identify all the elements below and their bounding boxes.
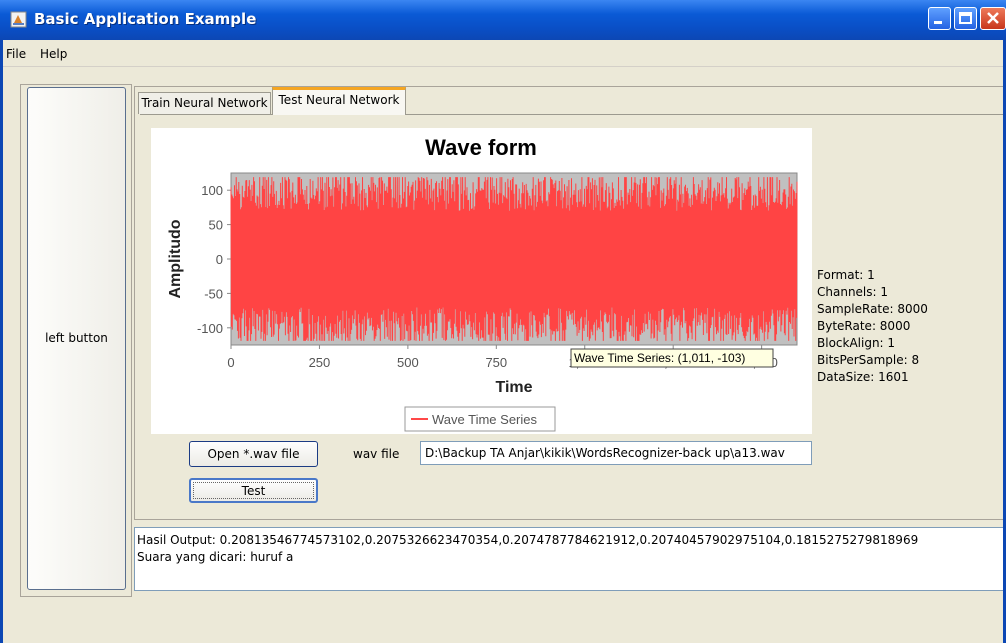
wav-file-path-field[interactable]: D:\Backup TA Anjar\kikik\WordsRecognizer… (420, 441, 812, 465)
info-blockalign: BlockAlign: 1 (817, 336, 896, 350)
java-app-icon (10, 11, 27, 28)
wave-series-line (230, 177, 798, 341)
left-button-label: left button (45, 331, 108, 345)
close-icon (987, 12, 999, 24)
wave-form-chart[interactable]: Wave form 100500-50-100 02505007501,0001… (151, 128, 812, 434)
open-wav-button[interactable]: Open *.wav file (189, 441, 318, 467)
y-tick-label: 0 (216, 252, 223, 267)
output-line-search: Suara yang dicari: huruf a (137, 550, 294, 564)
info-byterate: ByteRate: 8000 (817, 319, 911, 333)
menu-file[interactable]: File (6, 47, 26, 61)
x-tick-label: 0 (227, 355, 234, 370)
test-button[interactable]: Test (189, 478, 318, 503)
info-bitspersample: BitsPerSample: 8 (817, 353, 920, 367)
x-tick-label: 750 (485, 355, 507, 370)
menu-bar (0, 40, 1006, 67)
x-tick-label: 250 (309, 355, 331, 370)
maximize-icon (959, 12, 972, 24)
y-tick-label: -50 (204, 286, 223, 301)
close-button[interactable] (980, 7, 1006, 30)
y-axis-label: Amplitudo (167, 219, 184, 298)
y-axis: 100 50 0 -50 -100 (197, 183, 231, 336)
info-samplerate: SampleRate: 8000 (817, 302, 928, 316)
output-line-result: Hasil Output: 0.20813546774573102,0.2075… (137, 533, 919, 547)
x-tick-label: 500 (397, 355, 419, 370)
tooltip-text: Wave Time Series: (1,011, -103) (574, 351, 745, 365)
tooltip: Wave Time Series: (1,011, -103) (570, 348, 774, 368)
y-tick-label: 100 (201, 183, 223, 198)
legend: Wave Time Series (404, 406, 556, 432)
minimize-icon (934, 21, 942, 24)
legend-label: Wave Time Series (432, 412, 537, 427)
window-title: Basic Application Example (34, 10, 257, 28)
tab-test-neural-network[interactable]: Test Neural Network (272, 87, 406, 115)
info-format: Format: 1 (817, 268, 875, 282)
info-datasize: DataSize: 1601 (817, 370, 909, 384)
menu-help[interactable]: Help (40, 47, 67, 61)
y-tick-label: 50 (209, 218, 223, 233)
maximize-button[interactable] (954, 7, 977, 30)
x-axis-label: Time (495, 379, 532, 396)
window-frame-left (0, 40, 3, 643)
minimize-button[interactable] (928, 7, 951, 30)
status-strip (0, 598, 1006, 643)
y-tick-label: -100 (197, 321, 223, 336)
info-channels: Channels: 1 (817, 285, 889, 299)
tab-train-neural-network[interactable]: Train Neural Network (138, 92, 271, 114)
chart-title: Wave form (425, 135, 537, 160)
wav-file-label: wav file (353, 447, 400, 461)
